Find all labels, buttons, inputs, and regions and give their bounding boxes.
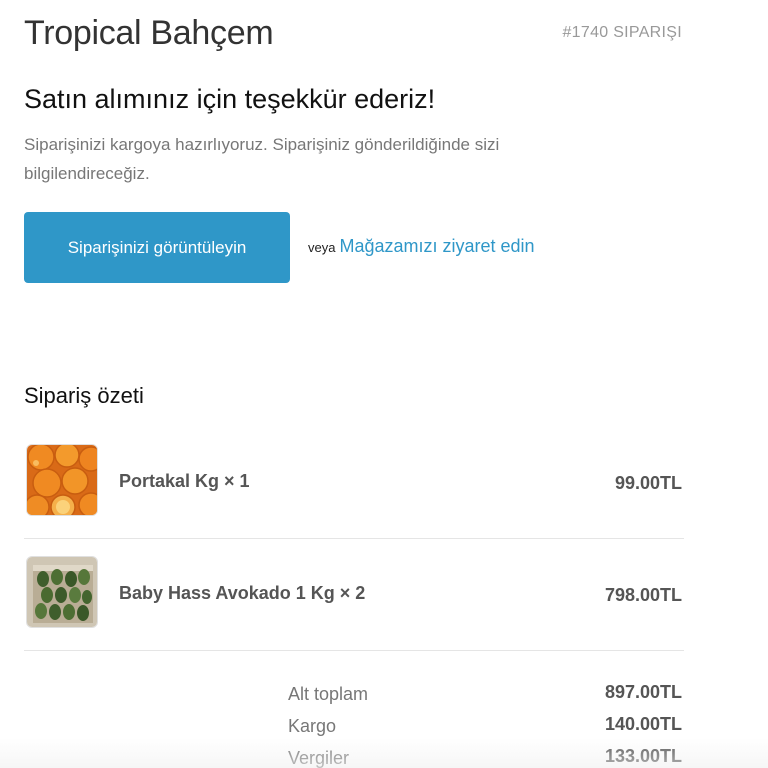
visit-store-link[interactable]: Mağazamızı ziyaret edin (339, 236, 534, 257)
summary-title: Sipariş özeti (24, 383, 144, 408)
total-label: Alt toplam (288, 684, 369, 704)
order-number: #1740 SIPARIŞI (562, 24, 682, 41)
total-value: 897.00TL (604, 682, 682, 702)
taxes-row: Vergiler 133.00TL (288, 744, 684, 768)
order-totals: Alt toplam 897.00TL Kargo 140.00TL Vergi… (288, 680, 684, 768)
avocado-icon (26, 556, 98, 628)
product-price: 99.00TL (614, 473, 682, 493)
total-label: Vergiler (288, 748, 350, 768)
total-label: Kargo (288, 716, 337, 736)
line-item: Portakal Kg × 1 99.00TL (24, 426, 684, 539)
thanks-title: Satın alımınız için teşekkür ederiz! (24, 84, 436, 114)
order-confirmation-page: Tropical Bahçem #1740 SIPARIŞI Satın alı… (0, 0, 768, 768)
orange-icon (26, 444, 98, 516)
shipping-row: Kargo 140.00TL (288, 712, 684, 744)
or-text: veya (308, 240, 336, 255)
subtotal-row: Alt toplam 897.00TL (288, 680, 684, 712)
thanks-message: Siparişinizi kargoya hazırlıyoruz. Sipar… (24, 135, 500, 183)
total-value: 140.00TL (604, 714, 682, 734)
product-name: Baby Hass Avokado 1 Kg × 2 (119, 583, 366, 603)
store-name[interactable]: Tropical Bahçem (24, 14, 274, 53)
product-price: 798.00TL (604, 585, 682, 605)
view-order-button[interactable]: Siparişinizi görüntüleyin (24, 212, 290, 283)
alternative-action: veya Mağazamızı ziyaret edin (308, 236, 535, 257)
total-value: 133.00TL (604, 746, 682, 766)
line-item: Baby Hass Avokado 1 Kg × 2 798.00TL (24, 538, 684, 651)
product-name: Portakal Kg × 1 (119, 471, 250, 491)
